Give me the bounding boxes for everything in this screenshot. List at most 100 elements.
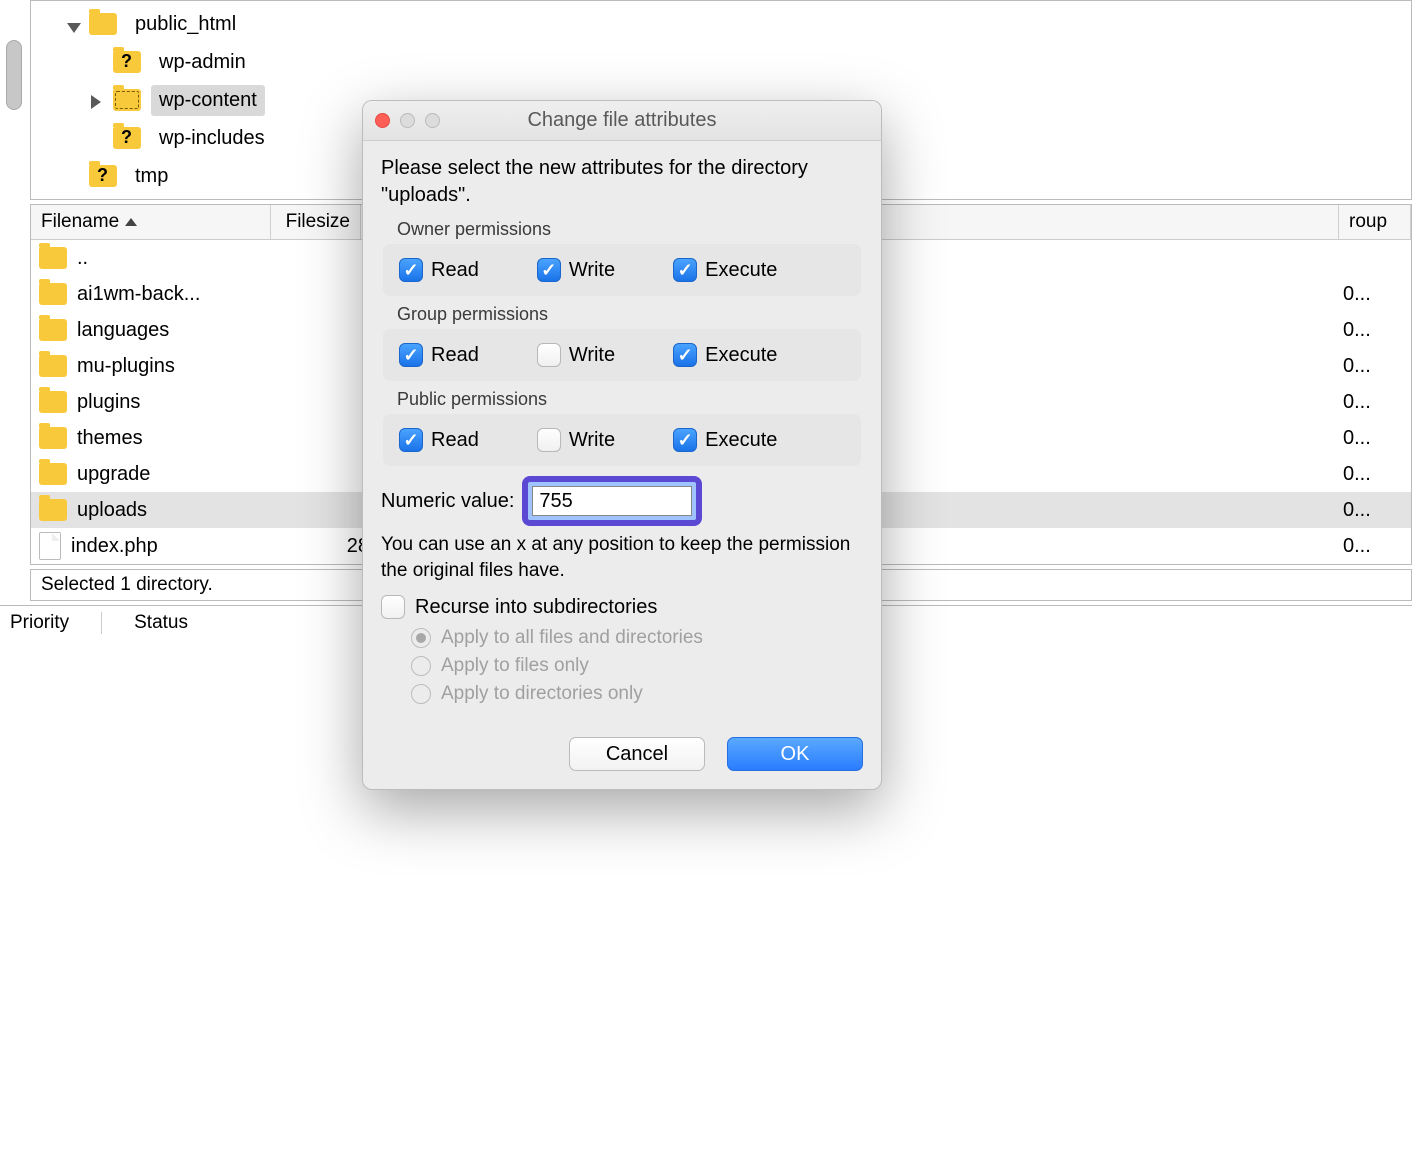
owner-permissions-group: Read Write Execute [383,244,861,296]
folder-icon [113,127,141,149]
row-group: 0... [1343,319,1411,342]
row-filename: uploads [77,499,295,522]
perm-label: Execute [705,429,777,452]
sort-ascending-icon [125,218,137,226]
radio-label: Apply to directories only [441,683,643,705]
public-write-checkbox[interactable] [537,428,561,452]
public-write-checkbox-row[interactable]: Write [537,428,615,452]
group-read-checkbox[interactable] [399,343,423,367]
perm-label: Write [569,429,615,452]
perm-label: Read [431,259,479,282]
recurse-radio-option: Apply to all files and directories [411,627,863,649]
owner-execute-checkbox-row[interactable]: Execute [673,258,777,282]
radio-button [411,628,431,648]
public-permissions-group: Read Write Execute [383,414,861,466]
row-filename: plugins [77,391,295,414]
row-group: 0... [1343,391,1411,414]
radio-button [411,656,431,676]
row-group: 0... [1343,283,1411,306]
minimize-icon [400,113,415,128]
cancel-button-label: Cancel [606,743,668,766]
folder-icon [89,165,117,187]
tree-item[interactable]: wp-admin [31,43,1411,81]
tree-item-label: wp-content [151,85,265,116]
recurse-radio-option: Apply to directories only [411,683,863,705]
perm-label: Write [569,344,615,367]
row-group: 0... [1343,463,1411,486]
recurse-radio-option: Apply to files only [411,655,863,677]
row-filename: mu-plugins [77,355,295,378]
folder-icon [39,499,67,521]
numeric-value-highlight [522,476,702,526]
tree-item-label: wp-admin [151,47,254,78]
folder-icon [89,13,117,35]
column-filesize[interactable]: Filesize [271,205,361,239]
public-read-checkbox[interactable] [399,428,423,452]
numeric-value-input[interactable] [532,486,692,516]
owner-read-checkbox[interactable] [399,258,423,282]
perm-label: Read [431,429,479,452]
window-controls [375,113,440,128]
change-attributes-dialog: Change file attributes Please select the… [362,100,882,790]
bottom-priority-label: Priority [10,612,69,634]
folder-icon [113,51,141,73]
tree-item-label: public_html [127,9,244,40]
numeric-hint: You can use an x at any position to keep… [381,532,863,583]
column-filesize-label: Filesize [286,211,350,233]
tree-item-label: tmp [127,161,176,192]
disclosure-triangle-icon[interactable] [91,92,107,108]
column-filename-label: Filename [41,211,119,233]
column-filename[interactable]: Filename [31,205,271,239]
close-icon[interactable] [375,113,390,128]
row-filename: .. [77,247,295,270]
disclosure-triangle-icon[interactable] [67,16,83,32]
group-write-checkbox[interactable] [537,343,561,367]
column-group[interactable]: roup [1339,205,1411,239]
file-icon [39,532,61,560]
row-group: 0... [1343,499,1411,522]
perm-label: Execute [705,259,777,282]
row-filename: themes [77,427,295,450]
owner-permissions-label: Owner permissions [397,219,863,240]
numeric-value-label: Numeric value: [381,490,514,513]
status-text: Selected 1 directory. [41,574,213,595]
group-write-checkbox-row[interactable]: Write [537,343,615,367]
recurse-checkbox[interactable] [381,595,405,619]
folder-icon [39,427,67,449]
public-permissions-label: Public permissions [397,389,863,410]
row-filename: upgrade [77,463,295,486]
scrollbar-thumb[interactable] [6,40,22,110]
row-filename: index.php [71,535,289,558]
tree-item-label: wp-includes [151,123,273,154]
owner-read-checkbox-row[interactable]: Read [399,258,479,282]
public-execute-checkbox-row[interactable]: Execute [673,428,777,452]
group-permissions-label: Group permissions [397,304,863,325]
row-group: 0... [1343,427,1411,450]
folder-icon [39,283,67,305]
row-filename: languages [77,319,295,342]
dialog-titlebar[interactable]: Change file attributes [363,101,881,141]
group-execute-checkbox[interactable] [673,343,697,367]
folder-icon [39,247,67,269]
row-group: 0... [1343,355,1411,378]
owner-write-checkbox-row[interactable]: Write [537,258,615,282]
owner-execute-checkbox[interactable] [673,258,697,282]
cancel-button[interactable]: Cancel [569,737,705,771]
group-read-checkbox-row[interactable]: Read [399,343,479,367]
ok-button[interactable]: OK [727,737,863,771]
zoom-icon [425,113,440,128]
row-filename: ai1wm-back... [77,283,295,306]
radio-button [411,684,431,704]
owner-write-checkbox[interactable] [537,258,561,282]
folder-icon [39,319,67,341]
divider [101,612,102,634]
tree-item[interactable]: public_html [31,5,1411,43]
column-group-label: roup [1349,211,1387,233]
folder-icon [39,355,67,377]
group-execute-checkbox-row[interactable]: Execute [673,343,777,367]
dialog-prompt: Please select the new attributes for the… [381,155,863,209]
public-read-checkbox-row[interactable]: Read [399,428,479,452]
perm-label: Execute [705,344,777,367]
row-group: 0... [1343,535,1411,558]
public-execute-checkbox[interactable] [673,428,697,452]
